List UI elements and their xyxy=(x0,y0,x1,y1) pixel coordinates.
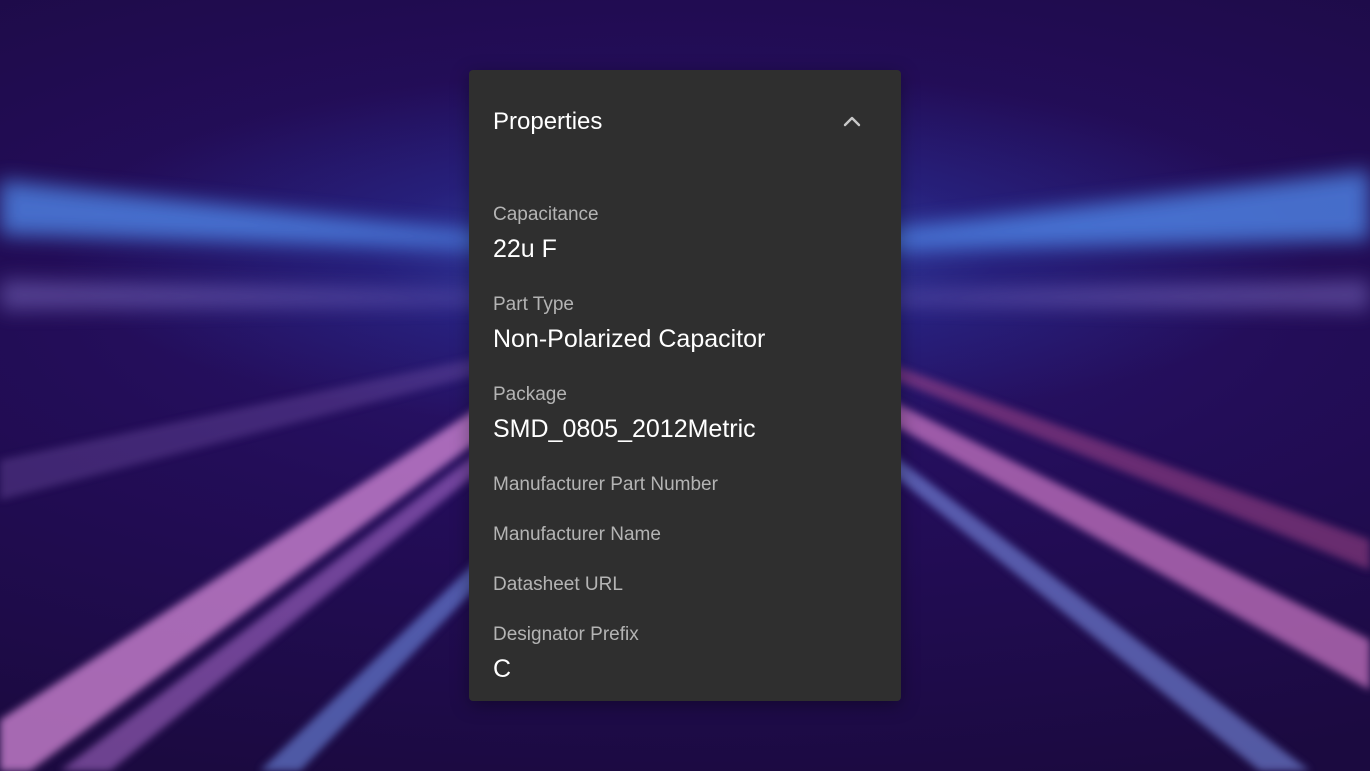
property-manufacturer-name: Manufacturer Name xyxy=(493,524,877,574)
property-value: C xyxy=(493,655,512,683)
property-label: Package xyxy=(493,384,567,405)
property-label: Manufacturer Part Number xyxy=(493,474,718,495)
collapse-button[interactable] xyxy=(836,108,868,136)
property-label: Datasheet URL xyxy=(493,574,623,595)
property-label: Part Type xyxy=(493,294,574,315)
property-package: Package SMD_0805_2012Metric xyxy=(493,384,877,474)
properties-panel-header[interactable]: Properties xyxy=(469,70,901,174)
property-value: 22u F xyxy=(493,235,557,263)
panel-title: Properties xyxy=(493,108,603,135)
property-list: Capacitance 22u F Part Type Non-Polarize… xyxy=(493,204,877,714)
property-designator-prefix: Designator Prefix C xyxy=(493,624,877,714)
property-label: Capacitance xyxy=(493,204,599,225)
property-value: Non-Polarized Capacitor xyxy=(493,325,766,353)
property-capacitance: Capacitance 22u F xyxy=(493,204,877,294)
property-label: Manufacturer Name xyxy=(493,524,661,545)
property-datasheet-url: Datasheet URL xyxy=(493,574,877,624)
properties-panel: Properties Capacitance 22u F Part Type N… xyxy=(469,70,901,701)
property-value: SMD_0805_2012Metric xyxy=(493,415,756,443)
property-label: Designator Prefix xyxy=(493,624,639,645)
chevron-up-icon xyxy=(843,116,861,127)
property-part-type: Part Type Non-Polarized Capacitor xyxy=(493,294,877,384)
property-manufacturer-part-number: Manufacturer Part Number xyxy=(493,474,877,524)
